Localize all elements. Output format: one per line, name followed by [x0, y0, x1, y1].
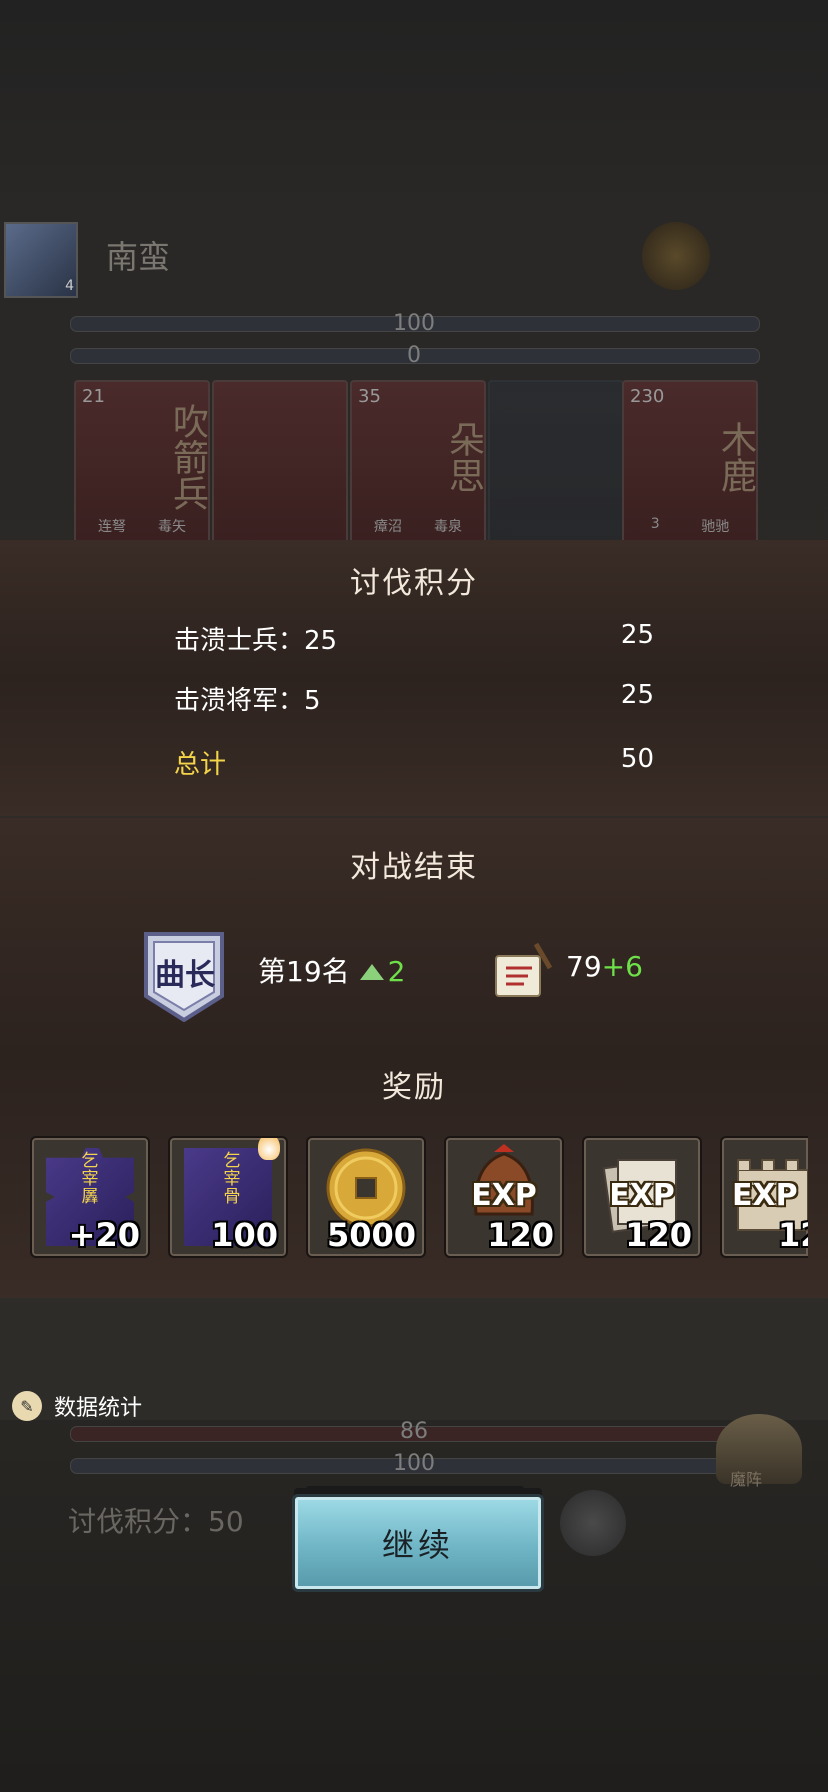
score-panel-title: 讨伐积分 [350, 566, 478, 601]
rank-up-icon [359, 963, 384, 980]
reward-qty: 120 [487, 1216, 554, 1254]
rank-info: 第19名 2 [258, 950, 405, 990]
avatar-level: 4 [65, 278, 74, 294]
enemy-card: 21 吹箭兵 连弩 毒矢 [74, 380, 210, 544]
card-tag: 毒矢 [158, 519, 186, 535]
player-hp-label: 86 [400, 1419, 428, 1444]
gate-icon [642, 222, 710, 290]
card-name: 木鹿 [715, 421, 756, 493]
card-tag: 连弩 [98, 519, 126, 535]
fan-label: 魔阵 [730, 1470, 763, 1489]
reward-qty: 100 [211, 1216, 278, 1254]
rank-position: 第19名 [258, 955, 350, 988]
score-row-value: 25 [620, 620, 654, 650]
enemy-card: 230 木鹿 3 驰驰 [622, 380, 758, 544]
card-tag: 瘴沼 [374, 519, 402, 535]
reward-item-text: 乞宰羼 [81, 1151, 99, 1207]
data-stats-link[interactable]: ✎ 数据统计 [12, 1390, 142, 1422]
data-stats-label: 数据统计 [54, 1396, 143, 1421]
bottom-score-text: 讨伐积分：50 [68, 1505, 244, 1538]
reward-item[interactable]: EXP 120 [444, 1136, 564, 1258]
card-tag: 3 [650, 516, 660, 532]
reward-qty: +20 [68, 1216, 140, 1254]
reward-item[interactable]: 5000 [306, 1136, 426, 1258]
reward-qty: 5000 [326, 1216, 416, 1254]
score-total-value: 50 [620, 744, 654, 774]
battle-end-title: 对战结束 [350, 850, 478, 885]
card-tag: 驰驰 [701, 519, 730, 535]
rewards-title: 奖励 [382, 1070, 446, 1105]
enemy-avatar: 4 [4, 222, 78, 298]
reward-item[interactable]: 乞宰羼 +20 [30, 1136, 150, 1258]
enemy-card: 35 朵思 瘴沼 毒泉 [350, 380, 486, 544]
card-name: 朵思 [443, 421, 484, 493]
points-info: 79+6 [566, 950, 643, 983]
reward-item-text: 乞宰骨 [223, 1151, 241, 1207]
reward-item[interactable]: EXP 12 [720, 1136, 808, 1258]
reward-item[interactable]: EXP 120 [582, 1136, 702, 1258]
enemy-shield-label: 0 [407, 343, 421, 368]
skill-icon [560, 1490, 626, 1556]
player-shield-label: 100 [393, 1451, 435, 1476]
continue-button[interactable]: 继续 [292, 1494, 544, 1592]
score-total-label: 总计 [174, 750, 227, 780]
reward-exp-label: EXP [471, 1178, 537, 1213]
scroll-brush-icon [495, 942, 553, 997]
score-row-label: 击溃将军：5 [174, 686, 321, 716]
rank-change: 2 [387, 955, 406, 988]
empty-card-slot [488, 380, 624, 544]
card-name: 吹箭兵 [167, 403, 208, 511]
enemy-card-back [212, 380, 348, 544]
reward-qty: 120 [625, 1216, 692, 1254]
reward-item[interactable]: 乞宰骨 100 [168, 1136, 288, 1258]
reward-qty: 12 [778, 1216, 808, 1254]
score-panel: 讨伐积分 击溃士兵：25 25 击溃将军：5 25 总计 50 [0, 540, 828, 816]
points-value: 79 [566, 950, 602, 983]
reward-exp-label: EXP [732, 1178, 798, 1213]
card-tag: 毒泉 [434, 519, 462, 535]
stats-brush-icon: ✎ [12, 1391, 42, 1421]
score-row-value: 25 [620, 680, 654, 710]
reward-exp-label: EXP [609, 1178, 675, 1213]
enemy-hp-label: 100 [393, 311, 435, 336]
rank-badge-text: 曲长 [155, 958, 215, 993]
score-row-label: 击溃士兵：25 [174, 626, 338, 656]
flame-icon [258, 1138, 280, 1160]
enemy-name: 南蛮 [106, 238, 171, 276]
continue-label: 继续 [381, 1526, 454, 1564]
points-change: +6 [601, 950, 643, 983]
